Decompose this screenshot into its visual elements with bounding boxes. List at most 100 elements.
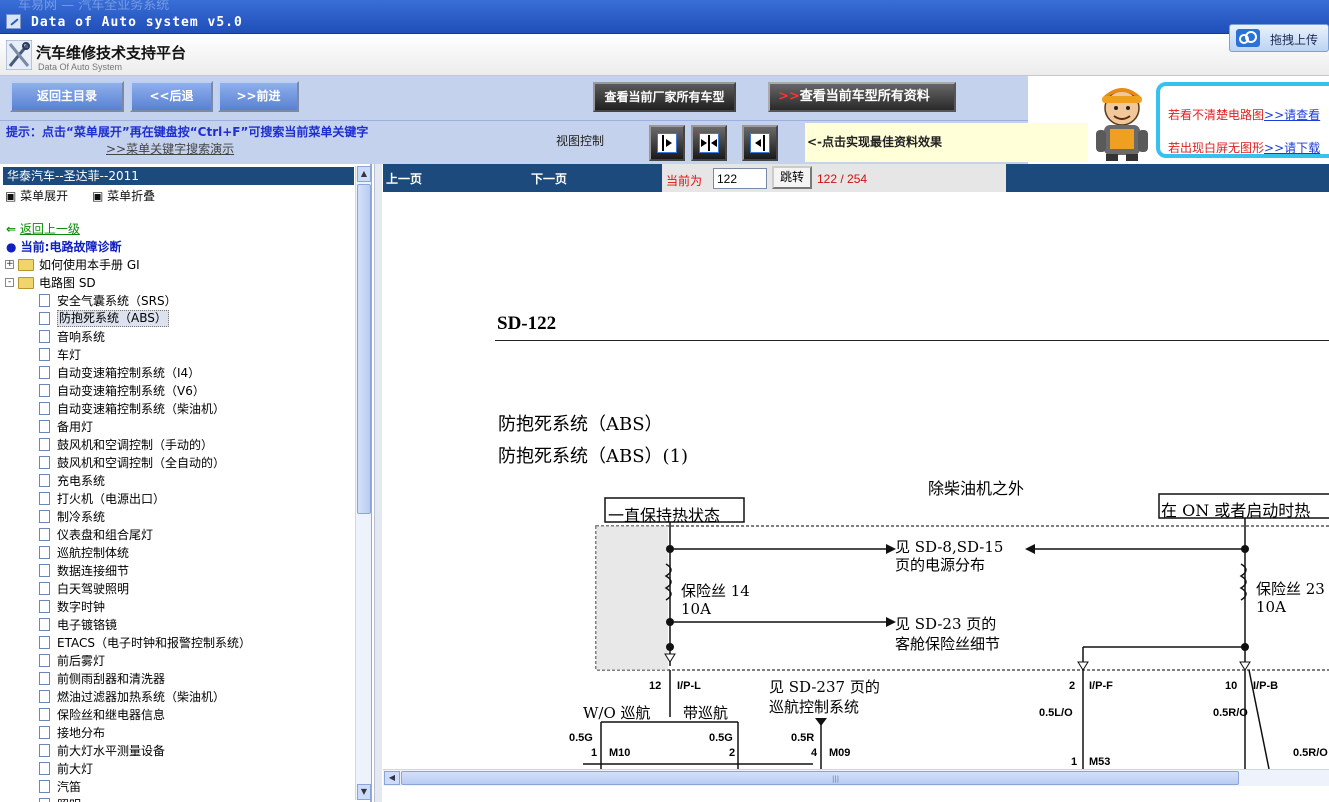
page-count: 122 / 254: [817, 172, 868, 186]
document-icon: [39, 654, 50, 667]
fuse23-rating: 10A: [1256, 598, 1286, 616]
connector-m53: M53: [1089, 756, 1111, 768]
scroll-down-icon[interactable]: ▼: [357, 784, 371, 800]
back-button[interactable]: <<后退: [130, 81, 213, 112]
tree-leaf-label: 仪表盘和组合尾灯: [57, 528, 154, 542]
document-icon: [39, 294, 50, 307]
menu-collapse-button[interactable]: ▣ 菜单折叠: [92, 189, 165, 203]
scroll-up-icon[interactable]: ▲: [357, 166, 371, 182]
green-arrow-left-icon: ⇐: [6, 222, 17, 236]
download-link[interactable]: >>请下载: [1264, 141, 1320, 155]
document-icon: [39, 420, 50, 433]
tree-leaf[interactable]: 打火机（电源出口）: [4, 490, 354, 508]
tree-leaf[interactable]: 保险丝和继电器信息: [4, 706, 354, 724]
tree-leaf-label: 防抱死系统（ABS）: [57, 310, 169, 327]
menu-scrollbar[interactable]: ▲ ▼: [355, 166, 371, 800]
tree-leaf[interactable]: 防抱死系统（ABS）: [4, 310, 354, 328]
document-icon: [39, 798, 50, 802]
best-view-hint: <-点击实现最佳资料效果: [805, 123, 1088, 162]
view-split-button[interactable]: [691, 125, 727, 161]
document-hscrollbar[interactable]: ◀ |||: [383, 769, 1329, 786]
tree-leaf[interactable]: 音响系统: [4, 328, 354, 346]
tree-leaf[interactable]: 燃油过滤器加热系统（柴油机）: [4, 688, 354, 706]
document-icon: [39, 312, 50, 325]
tree-leaf[interactable]: 自动变速箱控制系统（柴油机）: [4, 400, 354, 418]
tree-leaf-label: 电子镀铬镜: [57, 618, 118, 632]
document-icon: [39, 492, 50, 505]
document-icon: [39, 330, 50, 343]
view-left-panel-button[interactable]: [649, 125, 685, 161]
tree-leaf[interactable]: ETACS（电子时钟和报警控制系统）: [4, 634, 354, 652]
document-icon: [39, 402, 50, 415]
tree-leaf[interactable]: 鼓风机和空调控制（全自动的）: [4, 454, 354, 472]
brand-title: 汽车维修技术支持平台: [36, 44, 187, 62]
page-navigation: 上一页 下一页 当前为 跳转 122 / 254: [383, 164, 1329, 192]
tree-leaf[interactable]: 数据连接细节: [4, 562, 354, 580]
split-arrows-icon: [699, 133, 719, 153]
cruise-ref-line2: 巡航控制系统: [769, 698, 860, 716]
tree-leaf[interactable]: 电子镀铬镜: [4, 616, 354, 634]
document-icon: [39, 726, 50, 739]
document-viewer[interactable]: SD-122 防抱死系统（ABS） 防抱死系统（ABS）(1) 除柴油机之外 一…: [383, 192, 1329, 769]
drag-upload-button[interactable]: 拖拽上传: [1229, 24, 1329, 52]
forward-button[interactable]: >>前进: [218, 81, 299, 112]
tree-leaf[interactable]: 制冷系统: [4, 508, 354, 526]
tree-leaf[interactable]: 自动变速箱控制系统（I4）: [4, 364, 354, 382]
view-full-doc-button[interactable]: [742, 125, 778, 161]
tree-leaf[interactable]: 仪表盘和组合尾灯: [4, 526, 354, 544]
current-section-label: 当前:电路故障诊断: [20, 240, 122, 254]
tree-leaf-label: 汽笛: [57, 780, 82, 794]
jump-button[interactable]: 跳转: [772, 166, 812, 189]
document-icon: [39, 600, 50, 613]
page-number-input[interactable]: [713, 168, 767, 189]
tree-leaf[interactable]: 鼓风机和空调控制（手动的）: [4, 436, 354, 454]
back-up-link[interactable]: ⇐ 返回上一级: [6, 220, 80, 237]
menu-expand-button[interactable]: ▣ 菜单展开: [5, 189, 78, 203]
expand-toggle-icon[interactable]: +: [5, 260, 14, 269]
all-docs-label: 查看当前车型所有资料: [799, 89, 930, 104]
next-page-button[interactable]: 下一页: [531, 170, 567, 187]
fuse14-rating: 10A: [681, 600, 711, 618]
prev-page-button[interactable]: 上一页: [386, 170, 422, 187]
connector-m09: M09: [829, 747, 851, 759]
pin-2: 2: [1069, 680, 1076, 692]
tree-leaf[interactable]: 前大灯水平测量设备: [4, 742, 354, 760]
tree-leaf[interactable]: 汽笛: [4, 778, 354, 796]
document-icon: [39, 474, 50, 487]
wire-05r: 0.5R: [791, 732, 815, 744]
tree-leaf[interactable]: 数字时钟: [4, 598, 354, 616]
tree-node-circuit-diagrams[interactable]: - 电路图 SD: [4, 274, 354, 292]
scroll-left-icon[interactable]: ◀: [384, 771, 400, 785]
cloud-upload-icon: [1236, 29, 1260, 47]
all-docs-button[interactable]: >>查看当前车型所有资料: [768, 82, 956, 112]
document-scroll-thumb[interactable]: |||: [401, 771, 1239, 785]
tree-leaf[interactable]: 车灯: [4, 346, 354, 364]
tree-leaf[interactable]: 白天驾驶照明: [4, 580, 354, 598]
all-models-button[interactable]: 查看当前厂家所有车型: [593, 82, 736, 112]
tree-leaf[interactable]: 自动变速箱控制系统（V6）: [4, 382, 354, 400]
tree-node-manual-guide[interactable]: + 如何使用本手册 GI: [4, 256, 354, 274]
tree-leaf[interactable]: 安全气囊系统（SRS）: [4, 292, 354, 310]
tree-node-label: 如何使用本手册 GI: [39, 258, 140, 272]
cruise-ref-line1: 见 SD-237 页的: [769, 678, 880, 696]
tree-leaf[interactable]: 前后雾灯: [4, 652, 354, 670]
tree-leaf[interactable]: 备用灯: [4, 418, 354, 436]
tree-leaf[interactable]: 巡航控制体统: [4, 544, 354, 562]
tree-leaf[interactable]: 前侧雨刮器和清洗器: [4, 670, 354, 688]
tree-leaf[interactable]: 前大灯: [4, 760, 354, 778]
collapse-toggle-icon[interactable]: -: [5, 278, 14, 287]
app-icon: [6, 14, 21, 29]
tree-leaf[interactable]: 充电系统: [4, 472, 354, 490]
m10-pin: 1: [591, 747, 598, 759]
view-help-link[interactable]: >>请查看: [1264, 108, 1320, 122]
wire-05lo: 0.5L/O: [1039, 707, 1073, 719]
home-button[interactable]: 返回主目录: [10, 81, 124, 112]
app-header: 汽车维修技术支持平台 Data Of Auto System 拖拽上传: [0, 24, 1329, 76]
tree-leaf[interactable]: 接地分布: [4, 724, 354, 742]
menu-scroll-thumb[interactable]: [357, 184, 371, 514]
document-icon: [39, 564, 50, 577]
hot-always-label: 一直保持热状态: [608, 506, 721, 525]
panel-splitter[interactable]: [374, 164, 382, 802]
tree-leaf[interactable]: 照明: [4, 796, 354, 802]
search-demo-link[interactable]: >>菜单关键字搜索演示: [106, 140, 234, 157]
